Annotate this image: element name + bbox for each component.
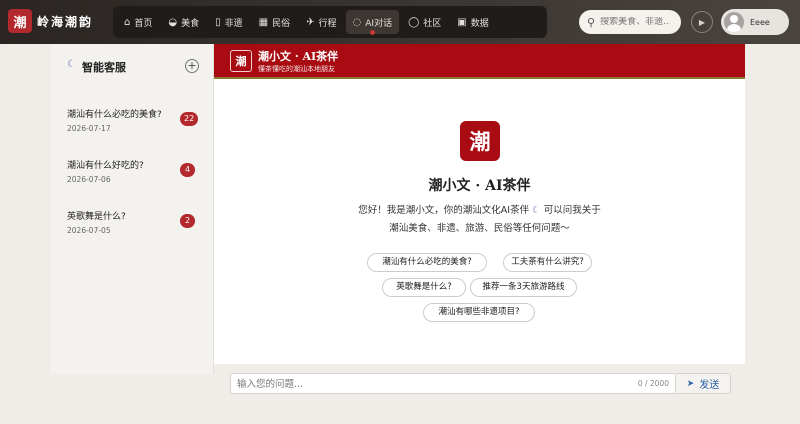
top-header: 潮 岭海潮韵 ⌂ 首页 ◒ 美食 ▯ 非遗 ▦ 民俗 ✈ 行程 ◌ AI对话 ◯… — [0, 0, 800, 44]
nav-item-label: 行程 — [318, 18, 337, 29]
nav-item-ai-chat[interactable]: ◌ AI对话 — [345, 10, 400, 35]
moon-icon: ☾ — [67, 59, 76, 70]
message-count-badge: 4 — [180, 163, 195, 177]
play-icon: ▶ — [698, 17, 706, 27]
conversation-date: 2026-07-05 — [67, 226, 111, 235]
new-chat-button[interactable]: + — [185, 59, 199, 73]
calendar-icon: ▦ — [258, 16, 269, 28]
nav-item-data[interactable]: ▣ 数据 — [450, 10, 495, 34]
send-label: 发送 — [699, 380, 720, 391]
welcome-line1-end: 可以问我关于 — [543, 205, 601, 216]
conversation-date: 2026-07-17 — [67, 124, 111, 133]
nav-item-label: 首页 — [134, 18, 153, 29]
nav-item-label: 非遗 — [224, 18, 243, 29]
welcome-line1-start: 您好！我是潮小文，你的潮汕文化AI茶伴 — [358, 205, 530, 216]
assistant-logo: 潮 — [230, 50, 252, 72]
conversation-question: 潮汕有什么必吃的美食? — [67, 110, 162, 120]
moon-icon: ☾ — [532, 205, 541, 216]
nav-item-label: AI对话 — [365, 18, 393, 29]
message-input[interactable] — [237, 377, 617, 391]
chart-icon: ▣ — [457, 16, 467, 28]
site-name[interactable]: 岭海潮韵 — [37, 13, 93, 30]
nav-item-trip[interactable]: ✈ 行程 — [299, 10, 343, 34]
user-name: Eeee — [750, 17, 770, 27]
chat-bubble-icon: ◌ — [352, 16, 362, 28]
suggestion-chip[interactable]: 潮汕有哪些非遗项目? — [423, 303, 535, 322]
char-counter: 0 / 2000 — [637, 379, 669, 388]
message-count-badge: 22 — [180, 112, 199, 126]
welcome-line2: 潮汕美食、非遗、旅游、民俗等任何问题～ — [389, 223, 570, 234]
search-box[interactable]: ⚲ — [579, 10, 681, 34]
conversation-sidebar: ☾ 智能客服 + 潮汕有什么必吃的美食? 2026-07-17 22 潮汕有什么… — [51, 44, 214, 374]
message-input-box[interactable]: 0 / 2000 — [230, 373, 676, 394]
welcome-message: 您好！我是潮小文，你的潮汕文化AI茶伴 ☾ 可以问我关于 潮汕美食、非遗、旅游、… — [214, 202, 745, 238]
conversation-question: 潮汕有什么好吃的? — [67, 161, 144, 171]
conversation-item[interactable]: 潮汕有什么必吃的美食? 2026-07-17 22 — [51, 107, 214, 157]
assistant-name: 潮小文 · AI茶伴 — [258, 50, 339, 63]
nav-item-label: 民俗 — [272, 18, 291, 29]
chat-panel: 潮 潮小文 · AI茶伴 懂茶懂吃的潮汕本地朋友 潮 潮小文 · AI茶伴 您好… — [214, 44, 745, 364]
welcome-title: 潮小文 · AI茶伴 — [428, 178, 531, 194]
message-count-badge: 2 — [180, 214, 195, 228]
home-icon: ⌂ — [124, 16, 131, 28]
nav-item-folk[interactable]: ▦ 民俗 — [252, 10, 297, 34]
send-icon: ➤ — [686, 378, 695, 389]
conversation-item[interactable]: 潮汕有什么好吃的? 2026-07-06 4 — [51, 158, 214, 208]
search-icon: ⚲ — [587, 15, 596, 29]
assistant-subtitle: 懂茶懂吃的潮汕本地朋友 — [258, 65, 335, 73]
search-input[interactable] — [600, 17, 671, 27]
play-button[interactable]: ▶ — [691, 11, 713, 33]
nav-item-label: 美食 — [181, 18, 200, 29]
chat-header: 潮 潮小文 · AI茶伴 懂茶懂吃的潮汕本地朋友 — [214, 44, 745, 79]
plane-icon: ✈ — [306, 16, 315, 28]
sidebar-title: 智能客服 — [82, 61, 126, 74]
nav-item-label: 社区 — [423, 18, 442, 29]
conversation-date: 2026-07-06 — [67, 175, 111, 184]
suggestion-chip[interactable]: 工夫茶有什么讲究? — [503, 253, 592, 272]
sidebar-header: ☾ 智能客服 + — [51, 44, 214, 88]
conversation-item[interactable]: 英歌舞是什么? 2026-07-05 2 — [51, 209, 214, 259]
nav-item-food[interactable]: ◒ 美食 — [161, 10, 206, 34]
suggestion-chip[interactable]: 英歌舞是什么? — [382, 278, 466, 297]
send-button[interactable]: ➤ 发送 — [676, 373, 731, 394]
nav-item-community[interactable]: ◯ 社区 — [401, 10, 448, 34]
suggestion-chip[interactable]: 推荐一条3天旅游路线 — [470, 278, 577, 297]
nav-item-home[interactable]: ⌂ 首页 — [117, 10, 159, 34]
nav-item-label: 数据 — [470, 18, 489, 29]
welcome-logo: 潮 — [460, 121, 500, 161]
user-menu[interactable]: Eeee — [721, 9, 789, 35]
suggestion-chip[interactable]: 潮汕有什么必吃的美食? — [367, 253, 487, 272]
conversation-question: 英歌舞是什么? — [67, 212, 126, 222]
site-logo[interactable]: 潮 — [8, 9, 32, 33]
speech-icon: ◯ — [408, 16, 420, 28]
message-composer: 0 / 2000 ➤ 发送 — [230, 373, 731, 394]
bowl-icon: ◒ — [168, 16, 178, 28]
main-nav: ⌂ 首页 ◒ 美食 ▯ 非遗 ▦ 民俗 ✈ 行程 ◌ AI对话 ◯ 社区 ▣ 数 — [113, 6, 547, 38]
book-icon: ▯ — [215, 16, 221, 28]
nav-item-heritage[interactable]: ▯ 非遗 — [208, 10, 250, 34]
avatar — [724, 12, 744, 32]
